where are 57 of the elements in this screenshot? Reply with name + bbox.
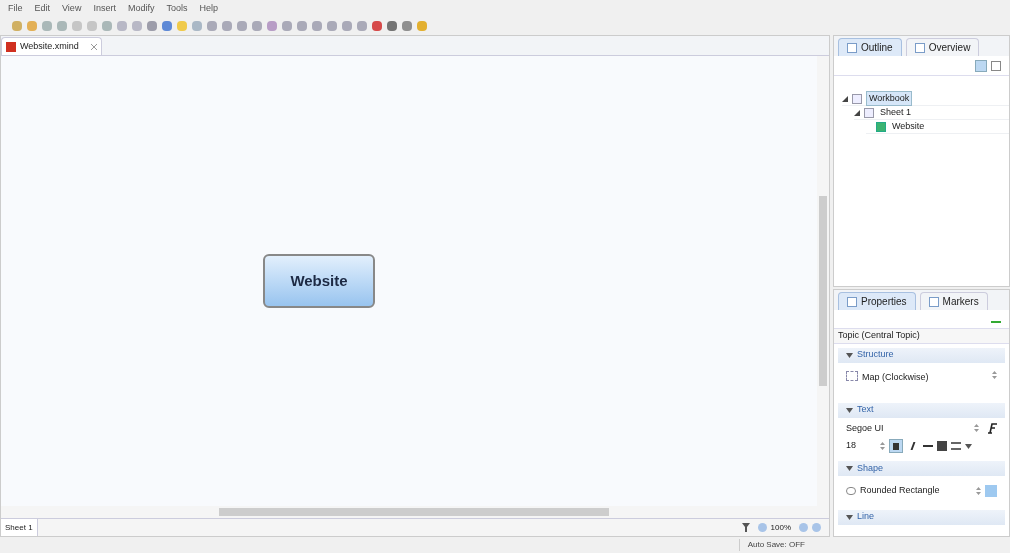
auto-save-status: Auto Save: OFF xyxy=(738,539,805,551)
spinner-icon[interactable] xyxy=(974,424,979,433)
sheet-tab[interactable]: Sheet 1 xyxy=(1,519,38,536)
spinner-icon[interactable] xyxy=(880,442,885,450)
expand-arrow-icon[interactable] xyxy=(842,95,848,102)
fill-color-swatch[interactable] xyxy=(985,484,997,497)
structure-icon xyxy=(846,370,858,381)
text-color-icon[interactable] xyxy=(937,441,947,451)
editor-tab[interactable]: Website.xmind xyxy=(1,37,102,55)
tree-node[interactable]: Sheet 1 xyxy=(878,105,914,120)
collapse-arrow-icon[interactable] xyxy=(846,513,853,521)
menu-item[interactable]: Edit xyxy=(34,1,51,16)
align-icon[interactable] xyxy=(951,442,961,450)
font-size[interactable]: 18 xyxy=(846,439,876,453)
tree-node-icon xyxy=(876,121,886,132)
menu-item[interactable]: Modify xyxy=(127,1,155,16)
section-header[interactable]: Line xyxy=(838,509,1005,525)
menu-item[interactable]: File xyxy=(8,1,23,16)
zoom-level[interactable]: 100% xyxy=(770,521,791,534)
tab-icon xyxy=(914,42,925,53)
menu-item[interactable]: Insert xyxy=(93,1,116,16)
panel-tab[interactable]: Overview xyxy=(905,38,980,56)
spinner-icon[interactable] xyxy=(976,486,981,495)
tab-icon xyxy=(847,296,857,307)
section-header[interactable]: Text xyxy=(838,402,1005,418)
section-header[interactable]: Shape xyxy=(838,461,1005,476)
expand-arrow-icon[interactable] xyxy=(854,109,860,116)
tab-icon xyxy=(847,42,857,53)
filter-icon[interactable] xyxy=(741,523,750,532)
file-icon xyxy=(6,41,16,52)
dropdown-icon[interactable] xyxy=(965,442,972,450)
menu-item[interactable]: Tools xyxy=(166,1,188,16)
section-header[interactable]: Structure xyxy=(838,347,1005,363)
shape-value[interactable]: Rounded Rectangle xyxy=(860,484,972,498)
central-topic[interactable]: Website xyxy=(263,254,375,308)
horizontal-scrollbar[interactable] xyxy=(1,506,829,518)
collapse-arrow-icon[interactable] xyxy=(846,465,853,472)
close-icon[interactable] xyxy=(90,43,97,50)
font-name[interactable]: Segoe UI xyxy=(846,421,974,435)
menu-item[interactable]: Help xyxy=(199,1,218,16)
vertical-scrollbar[interactable] xyxy=(817,56,829,506)
panel-tab[interactable]: Outline xyxy=(838,38,902,56)
properties-title: Topic (Central Topic) xyxy=(834,328,1009,344)
tab-icon xyxy=(928,296,939,307)
tree-node[interactable]: Website xyxy=(890,119,927,134)
tree-node[interactable]: Workbook xyxy=(866,90,913,107)
font-icon[interactable] xyxy=(987,422,997,434)
collapse-arrow-icon[interactable] xyxy=(846,351,853,359)
structure-value[interactable]: Map (Clockwise) xyxy=(862,370,988,384)
collapse-arrow-icon[interactable] xyxy=(846,406,853,414)
layout-icon[interactable] xyxy=(975,59,987,72)
spinner-icon[interactable] xyxy=(992,370,997,379)
view-icon[interactable] xyxy=(991,60,1001,71)
panel-tab[interactable]: Markers xyxy=(919,292,988,310)
bold-toggle[interactable] xyxy=(889,439,903,453)
menu-item[interactable]: View xyxy=(62,1,82,16)
panel-tab[interactable]: Properties xyxy=(838,292,916,310)
